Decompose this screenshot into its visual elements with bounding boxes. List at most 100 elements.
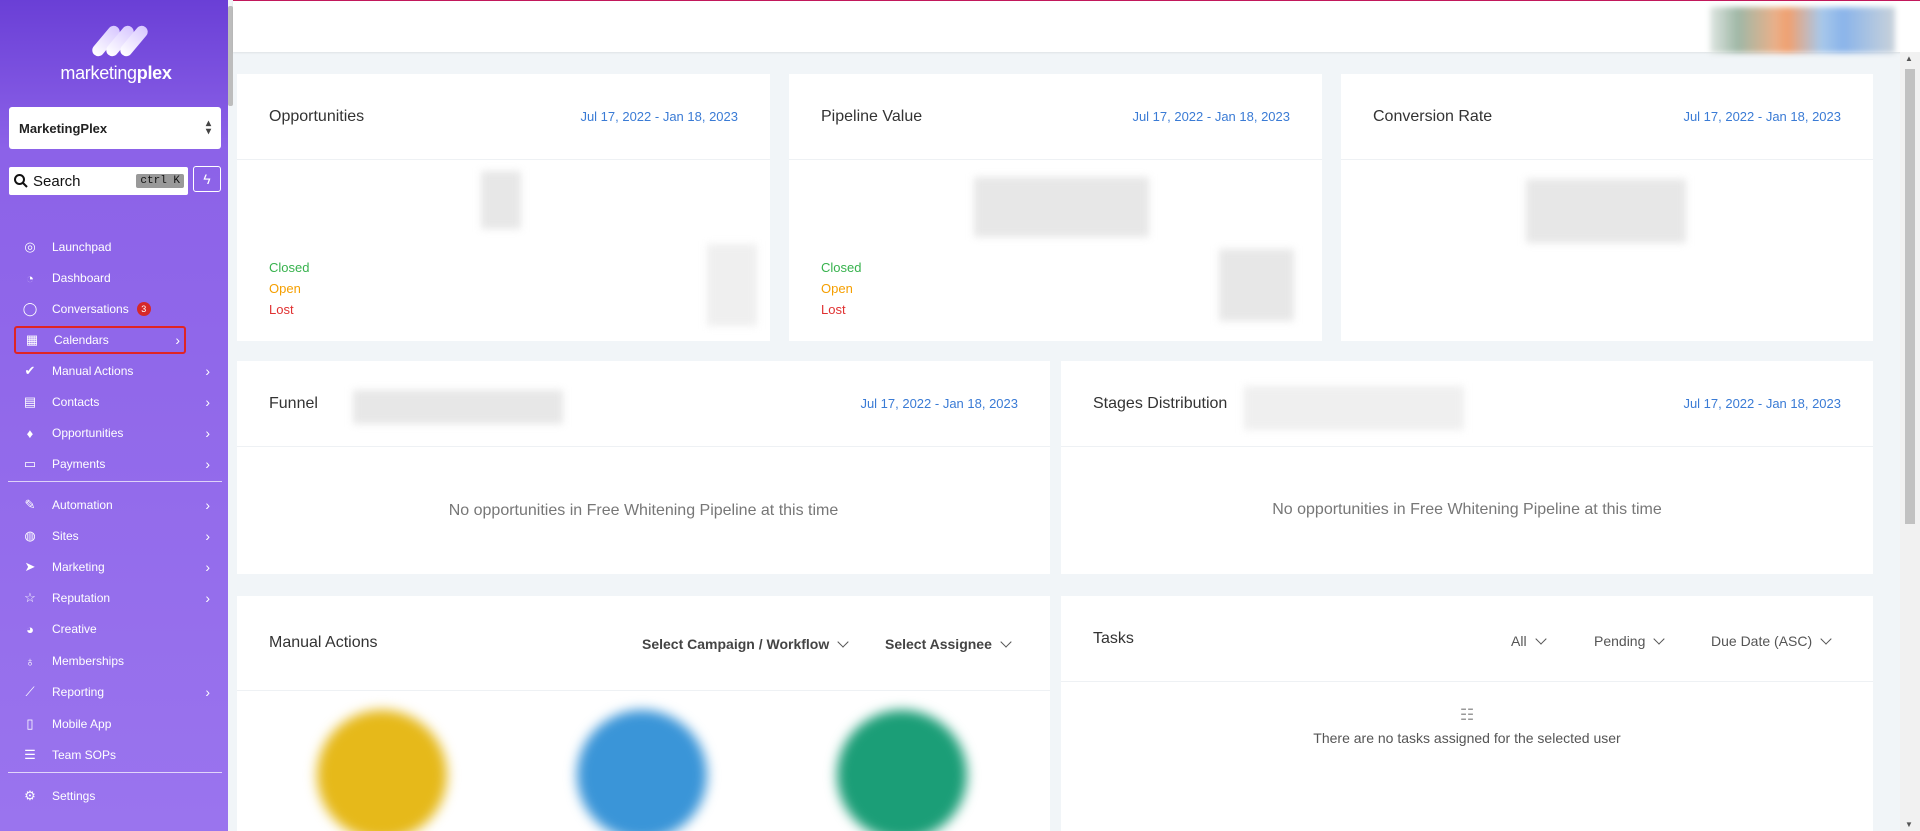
main-scrollbar[interactable]: ▲ ▼ — [1900, 52, 1920, 831]
sidebar-item-label: Creative — [52, 622, 97, 636]
assignee-dropdown[interactable]: Select Assignee — [885, 635, 1012, 652]
tasks-card: Tasks All Pending Due Date (ASC) ☷ There… — [1061, 596, 1873, 831]
flame-icon: ♦ — [26, 425, 34, 441]
manual-actions-card: Manual Actions Select Campaign / Workflo… — [237, 596, 1050, 831]
chevron-right-icon: › — [205, 456, 210, 472]
blurred-value — [974, 177, 1149, 237]
date-range-picker[interactable]: Jul 17, 2022 - Jan 18, 2023 — [580, 109, 738, 124]
pipeline-value-card: Pipeline Value Jul 17, 2022 - Jan 18, 20… — [789, 74, 1322, 341]
date-range-picker[interactable]: Jul 17, 2022 - Jan 18, 2023 — [1683, 396, 1841, 411]
card-title: Funnel — [269, 394, 318, 412]
sidebar-item-dashboard[interactable]: ◔ Dashboard — [14, 264, 214, 292]
pipeline-selector[interactable] — [1244, 386, 1464, 430]
task-list-icon: ☷ — [1459, 707, 1475, 724]
sidebar-item-label: Reporting — [52, 685, 105, 699]
sidebar-item-label: Conversations — [52, 302, 129, 316]
action-stat-circle — [317, 710, 447, 831]
sidebar-item-sites[interactable]: ◍ Sites › — [14, 522, 214, 550]
sidebar-item-automation[interactable]: ✎ Automation › — [14, 491, 214, 519]
status-legend: Closed Open Lost — [821, 257, 861, 320]
calendar-icon: ▦ — [25, 332, 39, 347]
sidebar-item-manual-actions[interactable]: ✔ Manual Actions › — [14, 357, 214, 385]
scroll-up-icon[interactable]: ▲ — [1905, 54, 1913, 63]
card-title: Stages Distribution — [1093, 394, 1228, 412]
chart-line-icon: ⟋ — [25, 684, 35, 699]
dropdown-label: Due Date (ASC) — [1711, 633, 1813, 649]
sidebar-item-calendars[interactable]: ▦ Calendars › — [14, 326, 186, 354]
notification-badge: 3 — [136, 302, 151, 316]
tasks-filter-sort[interactable]: Due Date (ASC) — [1711, 632, 1832, 649]
legend-lost: Lost — [269, 302, 294, 317]
sidebar-item-label: Dashboard — [52, 271, 111, 285]
logo-mark-icon — [86, 23, 151, 59]
chevron-right-icon: › — [205, 425, 210, 441]
scroll-down-icon[interactable]: ▼ — [1905, 820, 1913, 829]
top-bar — [233, 0, 1920, 53]
user-avatars[interactable] — [1710, 7, 1895, 53]
star-icon: ☆ — [24, 590, 36, 605]
date-range-picker[interactable]: Jul 17, 2022 - Jan 18, 2023 — [860, 396, 1018, 411]
pipeline-selector[interactable] — [353, 390, 563, 424]
sidebar-item-conversations[interactable]: ◯ Conversations 3 — [14, 295, 214, 323]
chevron-right-icon: › — [205, 528, 210, 544]
chevron-right-icon: › — [205, 394, 210, 410]
campaign-workflow-dropdown[interactable]: Select Campaign / Workflow — [642, 635, 849, 652]
sidebar-item-reputation[interactable]: ☆ Reputation › — [14, 584, 214, 612]
sidebar-item-team-sops[interactable]: ☰ Team SOPs — [14, 741, 214, 769]
tasks-filter-all[interactable]: All — [1511, 632, 1547, 649]
sidebar-item-label: Calendars — [54, 333, 109, 347]
search-input[interactable]: Search ctrl K — [9, 167, 188, 195]
tasks-filter-status[interactable]: Pending — [1594, 632, 1666, 649]
card-title: Tasks — [1093, 629, 1134, 647]
sidebar-divider-2 — [8, 772, 222, 773]
list-check-icon: ☰ — [24, 747, 36, 762]
sidebar-item-settings[interactable]: ⚙ Settings — [14, 782, 214, 810]
sidebar-item-label: Launchpad — [52, 240, 112, 254]
card-title: Pipeline Value — [821, 107, 923, 125]
dropdown-label: Select Assignee — [885, 636, 992, 652]
contact-book-icon: ▤ — [23, 394, 37, 409]
sidebar-item-contacts[interactable]: ▤ Contacts › — [14, 388, 214, 416]
chevron-right-icon: › — [205, 559, 210, 575]
legend-closed: Closed — [269, 260, 310, 275]
account-switcher[interactable]: MarketingPlex ▴ ▾ — [9, 107, 221, 149]
brand-logo[interactable]: marketingplex — [56, 23, 176, 84]
sidebar-item-payments[interactable]: ▭ Payments › — [14, 450, 214, 478]
legend-closed: Closed — [821, 260, 862, 275]
gauge-icon: ◔ — [26, 270, 34, 286]
chevron-down-icon — [1534, 632, 1547, 645]
date-range-picker[interactable]: Jul 17, 2022 - Jan 18, 2023 — [1683, 109, 1841, 124]
blurred-chart — [707, 244, 757, 326]
palette-icon: ◕ — [26, 621, 34, 637]
lightning-icon: ϟ — [203, 171, 211, 187]
sidebar-item-label: Contacts — [52, 395, 100, 409]
card-title: Opportunities — [269, 107, 365, 125]
account-name: MarketingPlex — [19, 120, 108, 136]
sidebar-item-mobile-app[interactable]: ▯ Mobile App — [14, 710, 214, 738]
quick-actions-button[interactable]: ϟ — [193, 166, 221, 192]
sidebar-item-marketing[interactable]: ➤ Marketing › — [14, 553, 214, 581]
gear-icon: ⚙ — [24, 788, 36, 803]
sidebar-item-memberships[interactable]: ♁ Memberships — [14, 647, 214, 675]
sidebar-item-label: Mobile App — [52, 717, 112, 731]
chevron-right-icon: › — [205, 590, 210, 606]
rocket-icon: ◎ — [24, 239, 36, 254]
card-header: Opportunities Jul 17, 2022 - Jan 18, 202… — [237, 74, 770, 160]
dropdown-label: Select Campaign / Workflow — [642, 636, 830, 652]
chevron-right-icon: › — [205, 497, 210, 513]
paper-plane-icon: ➤ — [24, 559, 36, 574]
scrollbar-thumb[interactable] — [1905, 69, 1915, 524]
sidebar-item-launchpad[interactable]: ◎ Launchpad — [14, 233, 214, 261]
globe-icon: ◍ — [24, 528, 36, 543]
sidebar-item-reporting[interactable]: ⟋ Reporting › — [14, 678, 214, 706]
dropdown-label: Pending — [1594, 633, 1646, 649]
magic-wand-icon: ✎ — [24, 497, 36, 512]
date-range-picker[interactable]: Jul 17, 2022 - Jan 18, 2023 — [1132, 109, 1290, 124]
card-header: Pipeline Value Jul 17, 2022 - Jan 18, 20… — [789, 74, 1322, 160]
chevron-down-icon — [1653, 632, 1666, 645]
card-title: Conversion Rate — [1373, 107, 1493, 125]
search-icon — [13, 173, 29, 189]
sidebar-item-creative[interactable]: ◕ Creative — [14, 615, 214, 643]
sidebar-item-opportunities[interactable]: ♦ Opportunities › — [14, 419, 214, 447]
card-header: Stages Distribution Jul 17, 2022 - Jan 1… — [1061, 361, 1873, 447]
